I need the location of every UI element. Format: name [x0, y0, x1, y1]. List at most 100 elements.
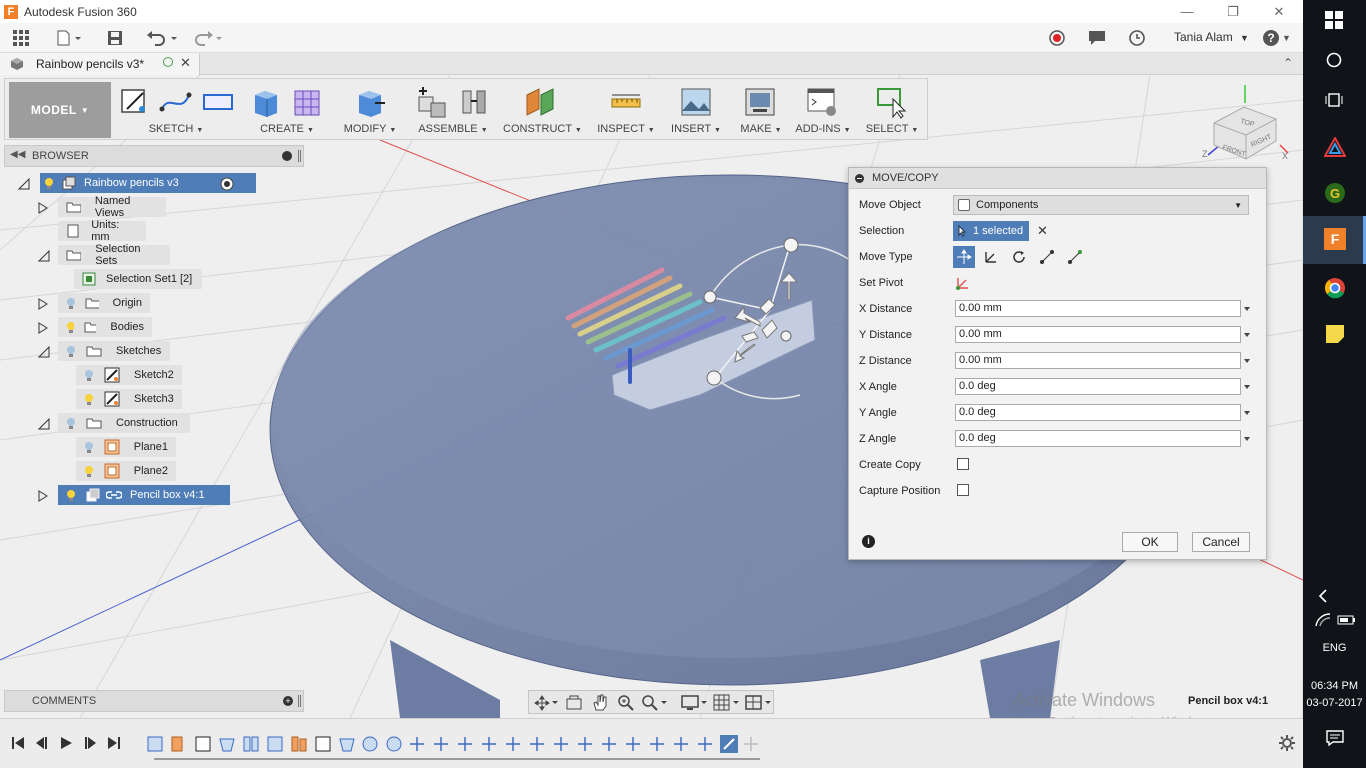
chevron-down-icon[interactable]: [1244, 385, 1250, 389]
user-account-menu[interactable]: Tania Alam ▼: [1174, 30, 1249, 44]
notifications-icon[interactable]: [1086, 26, 1108, 50]
zoom-icon[interactable]: [617, 694, 635, 712]
play-icon[interactable]: [58, 735, 74, 751]
expanded-triangle-icon: [38, 418, 50, 430]
add-comment-icon[interactable]: +: [283, 696, 293, 706]
input-language[interactable]: ENG: [1303, 642, 1366, 654]
autodesk-app-icon[interactable]: [1324, 137, 1346, 157]
z-distance-input[interactable]: 0.00 mm: [955, 352, 1241, 369]
minimize-button[interactable]: —: [1164, 0, 1210, 23]
data-panel-grid-icon[interactable]: [8, 26, 34, 50]
cancel-button[interactable]: Cancel: [1192, 532, 1250, 552]
create-menu[interactable]: CREATE ▼: [245, 79, 329, 139]
file-menu-icon[interactable]: [54, 26, 84, 50]
y-distance-input[interactable]: 0.00 mm: [955, 326, 1241, 343]
close-tab-icon[interactable]: ✕: [180, 55, 191, 71]
y-angle-input[interactable]: 0.0 deg: [955, 404, 1241, 421]
measure-ruler-icon: [611, 94, 641, 108]
display-settings-icon[interactable]: [681, 694, 709, 712]
cortana-search-icon[interactable]: [1326, 52, 1342, 68]
save-icon[interactable]: [104, 26, 126, 50]
chevron-left-icon[interactable]: [1317, 589, 1329, 603]
windows-start-icon[interactable]: [1325, 11, 1343, 29]
rotate-type-icon[interactable]: [1011, 249, 1027, 265]
ok-button[interactable]: OK: [1122, 532, 1178, 552]
set-pivot-icon[interactable]: [955, 275, 971, 291]
go-to-start-icon[interactable]: [10, 735, 26, 751]
sketch-menu[interactable]: SKETCH ▼: [113, 79, 239, 139]
chevron-down-icon[interactable]: [1244, 307, 1250, 311]
fusion-taskbar-button[interactable]: F: [1303, 216, 1366, 264]
wifi-icon[interactable]: [1315, 613, 1331, 627]
help-menu-icon[interactable]: ? ▼: [1260, 26, 1294, 50]
gamer-app-icon[interactable]: G: [1324, 182, 1346, 204]
chrome-app-icon[interactable]: [1324, 277, 1346, 299]
translate-type-icon[interactable]: [983, 249, 999, 265]
move-object-dropdown[interactable]: Components ▼: [953, 195, 1249, 215]
restore-button[interactable]: ❐: [1210, 0, 1256, 23]
capture-position-checkbox[interactable]: [957, 484, 969, 496]
create-copy-checkbox[interactable]: [957, 458, 969, 470]
dialog-title: MOVE/COPY: [872, 172, 939, 184]
x-distance-input[interactable]: 0.00 mm: [955, 300, 1241, 317]
battery-icon[interactable]: [1337, 614, 1357, 626]
look-at-icon[interactable]: [565, 694, 583, 712]
go-to-end-icon[interactable]: [106, 735, 122, 751]
panel-grip-icon[interactable]: [298, 695, 301, 707]
chevron-down-icon[interactable]: [1244, 333, 1250, 337]
collapse-toolbar-icon[interactable]: ⌃: [1283, 56, 1293, 70]
z-angle-input[interactable]: 0.0 deg: [955, 430, 1241, 447]
panel-grip-icon[interactable]: [298, 150, 301, 162]
clear-selection-icon[interactable]: ✕: [1037, 223, 1048, 239]
point-to-position-type-icon[interactable]: [1067, 249, 1083, 265]
redo-icon[interactable]: [188, 26, 224, 50]
dialog-header[interactable]: MOVE/COPY: [849, 168, 1266, 189]
point-to-point-type-icon[interactable]: [1039, 249, 1055, 265]
timeline-feature-list[interactable]: [140, 729, 780, 763]
orbit-icon[interactable]: [533, 694, 559, 712]
step-forward-icon[interactable]: [82, 735, 98, 751]
viewcube[interactable]: FRONT RIGHT TOP Z X: [1200, 83, 1290, 163]
x-angle-input[interactable]: 0.0 deg: [955, 378, 1241, 395]
folder-icon: [85, 298, 99, 309]
chevron-down-icon[interactable]: [1244, 411, 1250, 415]
sync-status-icon: [163, 57, 173, 67]
timeline-settings-gear-icon[interactable]: [1278, 734, 1296, 752]
close-button[interactable]: ✕: [1256, 0, 1302, 23]
job-status-clock-icon[interactable]: [1126, 26, 1148, 50]
free-move-type-icon[interactable]: [953, 246, 975, 268]
pan-hand-icon[interactable]: [591, 694, 609, 712]
collapse-left-icon[interactable]: ◀◀: [10, 149, 25, 160]
record-icon[interactable]: [1046, 26, 1068, 50]
task-view-icon[interactable]: [1325, 92, 1343, 108]
x-distance-row: X Distance 0.00 mm: [859, 298, 1257, 320]
select-menu[interactable]: SELECT ▼: [861, 79, 923, 139]
browser-options-icon[interactable]: [282, 151, 292, 161]
add-ins-menu[interactable]: ADD-INS ▼: [795, 79, 851, 139]
action-center-icon[interactable]: [1326, 730, 1344, 746]
grid-settings-icon[interactable]: [713, 694, 741, 712]
clock-date[interactable]: 03-07-2017: [1303, 697, 1366, 709]
workspace-switcher[interactable]: MODEL ▼: [9, 82, 111, 138]
document-tab[interactable]: Rainbow pencils v3* ✕: [0, 53, 200, 75]
collapse-dialog-icon[interactable]: [855, 173, 864, 183]
sticky-notes-icon[interactable]: [1325, 324, 1345, 344]
new-component-icon: [418, 87, 446, 118]
make-menu[interactable]: MAKE ▼: [733, 79, 789, 139]
fit-zoom-icon[interactable]: [641, 694, 669, 712]
inspect-menu[interactable]: INSPECT ▼: [595, 79, 657, 139]
y-angle-row: Y Angle 0.0 deg: [859, 402, 1257, 424]
step-back-icon[interactable]: [34, 735, 50, 751]
construct-menu[interactable]: CONSTRUCT ▼: [503, 79, 582, 139]
viewports-icon[interactable]: [745, 694, 773, 712]
modify-menu[interactable]: MODIFY ▼: [339, 79, 401, 139]
chevron-down-icon[interactable]: [1244, 437, 1250, 441]
clock-time[interactable]: 06:34 PM: [1303, 680, 1366, 692]
insert-menu[interactable]: INSERT ▼: [665, 79, 727, 139]
assemble-menu[interactable]: ASSEMBLE ▼: [411, 79, 495, 139]
info-icon[interactable]: i: [862, 535, 875, 548]
chevron-down-icon[interactable]: [1244, 359, 1250, 363]
selection-button[interactable]: 1 selected: [953, 221, 1029, 241]
set-pivot-row: Set Pivot: [859, 272, 1257, 294]
undo-icon[interactable]: [144, 26, 180, 50]
